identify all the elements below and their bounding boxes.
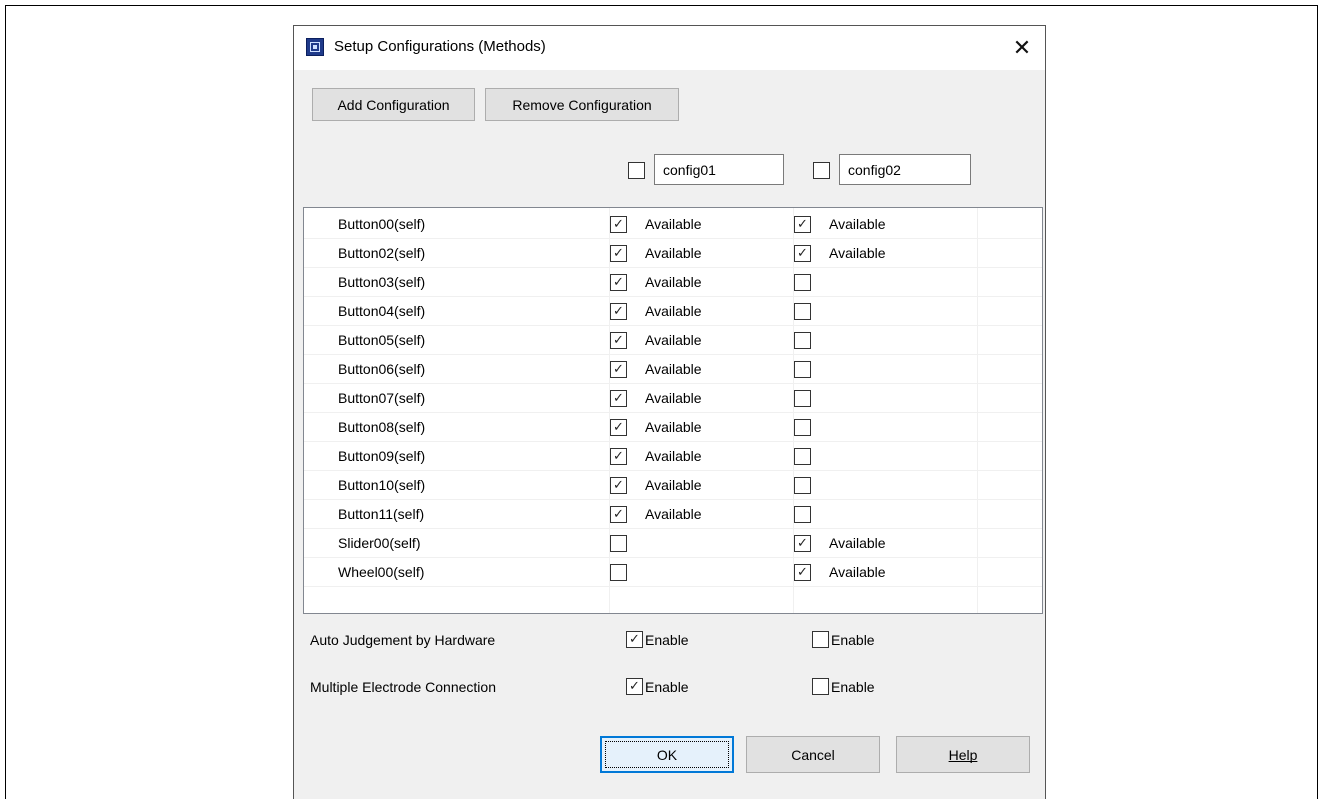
row-name: Button11(self) — [338, 506, 425, 522]
config01-available-checkbox[interactable]: ✓ — [610, 303, 627, 320]
config01-name-field[interactable]: config01 — [654, 154, 784, 185]
available-label: Available — [829, 216, 886, 232]
config01-available-checkbox[interactable] — [610, 564, 627, 581]
enable-label: Enable — [645, 631, 689, 648]
table-row: Button10(self) ✓ Available — [304, 471, 1042, 500]
table-row: Button02(self) ✓ Available ✓ Available — [304, 239, 1042, 268]
available-label: Available — [829, 535, 886, 551]
row-name: Button09(self) — [338, 448, 426, 464]
focus-rectangle — [605, 741, 729, 768]
available-label: Available — [645, 448, 702, 464]
enable-label: Enable — [831, 678, 875, 695]
table-row: Slider00(self) ✓ Available — [304, 529, 1042, 558]
add-configuration-button[interactable]: Add Configuration — [312, 88, 475, 121]
config02-available-checkbox[interactable]: ✓ — [794, 216, 811, 233]
auto-judgement-config01-checkbox[interactable]: ✓ — [626, 631, 643, 648]
available-label: Available — [645, 245, 702, 261]
available-label: Available — [645, 477, 702, 493]
auto-judgement-label: Auto Judgement by Hardware — [310, 632, 496, 648]
config01-available-checkbox[interactable]: ✓ — [610, 361, 627, 378]
table-row: Button05(self) ✓ Available — [304, 326, 1042, 355]
available-label: Available — [645, 303, 702, 319]
enable-label: Enable — [831, 631, 875, 648]
row-name: Button00(self) — [338, 216, 426, 232]
config01-available-checkbox[interactable]: ✓ — [610, 419, 627, 436]
config02-available-checkbox[interactable] — [794, 361, 811, 378]
config01-available-checkbox[interactable]: ✓ — [610, 390, 627, 407]
table-row: Button00(self) ✓ Available ✓ Available — [304, 210, 1042, 239]
close-icon: ✕ — [1012, 35, 1032, 61]
config02-available-checkbox[interactable]: ✓ — [794, 564, 811, 581]
config01-available-checkbox[interactable]: ✓ — [610, 245, 627, 262]
row-name: Wheel00(self) — [338, 564, 425, 580]
table-row: Button04(self) ✓ Available — [304, 297, 1042, 326]
config01-select-checkbox[interactable] — [628, 162, 645, 179]
config02-available-checkbox[interactable] — [794, 477, 811, 494]
row-name: Button07(self) — [338, 390, 426, 406]
table-row: Button11(self) ✓ Available — [304, 500, 1042, 529]
config02-available-checkbox[interactable]: ✓ — [794, 245, 811, 262]
enable-label: Enable — [645, 678, 689, 695]
app-chip-icon — [306, 38, 324, 56]
close-button[interactable]: ✕ — [999, 26, 1045, 70]
config02-available-checkbox[interactable] — [794, 332, 811, 349]
config02-available-checkbox[interactable] — [794, 419, 811, 436]
setup-configurations-dialog: Setup Configurations (Methods) ✕ Add Con… — [293, 25, 1046, 799]
available-label: Available — [829, 245, 886, 261]
table-row: Button03(self) ✓ Available — [304, 268, 1042, 297]
ok-button[interactable]: OK — [600, 736, 734, 773]
multiple-electrode-config02-enable[interactable]: Enable — [812, 678, 875, 695]
config01-available-checkbox[interactable] — [610, 535, 627, 552]
config01-available-checkbox[interactable]: ✓ — [610, 506, 627, 523]
config02-available-checkbox[interactable] — [794, 506, 811, 523]
row-name: Button05(self) — [338, 332, 426, 348]
table-row: Wheel00(self) ✓ Available — [304, 558, 1042, 587]
available-label: Available — [829, 564, 886, 580]
table-row: Button09(self) ✓ Available — [304, 442, 1042, 471]
config02-available-checkbox[interactable]: ✓ — [794, 535, 811, 552]
config01-available-checkbox[interactable]: ✓ — [610, 274, 627, 291]
config01-available-checkbox[interactable]: ✓ — [610, 477, 627, 494]
row-name: Slider00(self) — [338, 535, 421, 551]
config01-available-checkbox[interactable]: ✓ — [610, 216, 627, 233]
config02-select-checkbox[interactable] — [813, 162, 830, 179]
auto-judgement-config02-checkbox[interactable] — [812, 631, 829, 648]
table-row: Button07(self) ✓ Available — [304, 384, 1042, 413]
row-name: Button06(self) — [338, 361, 426, 377]
dialog-title: Setup Configurations (Methods) — [334, 38, 546, 55]
available-label: Available — [645, 274, 702, 290]
help-button[interactable]: Help — [896, 736, 1030, 773]
auto-judgement-config01-enable[interactable]: ✓ Enable — [626, 631, 689, 648]
multiple-electrode-label: Multiple Electrode Connection — [310, 679, 496, 695]
config02-available-checkbox[interactable] — [794, 274, 811, 291]
config02-available-checkbox[interactable] — [794, 448, 811, 465]
available-label: Available — [645, 216, 702, 232]
available-label: Available — [645, 390, 702, 406]
methods-grid: Button00(self) ✓ Available ✓ Available Button… — [303, 207, 1043, 614]
row-name: Button10(self) — [338, 477, 426, 493]
multiple-electrode-config01-enable[interactable]: ✓ Enable — [626, 678, 689, 695]
row-name: Button04(self) — [338, 303, 426, 319]
config01-available-checkbox[interactable]: ✓ — [610, 448, 627, 465]
row-name: Button08(self) — [338, 419, 426, 435]
cancel-button[interactable]: Cancel — [746, 736, 880, 773]
auto-judgement-config02-enable[interactable]: Enable — [812, 631, 875, 648]
multiple-electrode-config01-checkbox[interactable]: ✓ — [626, 678, 643, 695]
available-label: Available — [645, 332, 702, 348]
multiple-electrode-config02-checkbox[interactable] — [812, 678, 829, 695]
config02-available-checkbox[interactable] — [794, 390, 811, 407]
row-name: Button03(self) — [338, 274, 426, 290]
help-label: Help — [948, 746, 978, 763]
config01-available-checkbox[interactable]: ✓ — [610, 332, 627, 349]
available-label: Available — [645, 506, 702, 522]
table-row: Button08(self) ✓ Available — [304, 413, 1042, 442]
available-label: Available — [645, 361, 702, 377]
config02-available-checkbox[interactable] — [794, 303, 811, 320]
title-bar: Setup Configurations (Methods) ✕ — [294, 26, 1045, 70]
remove-configuration-button[interactable]: Remove Configuration — [485, 88, 679, 121]
row-name: Button02(self) — [338, 245, 426, 261]
available-label: Available — [645, 419, 702, 435]
table-row: Button06(self) ✓ Available — [304, 355, 1042, 384]
config02-name-field[interactable]: config02 — [839, 154, 971, 185]
